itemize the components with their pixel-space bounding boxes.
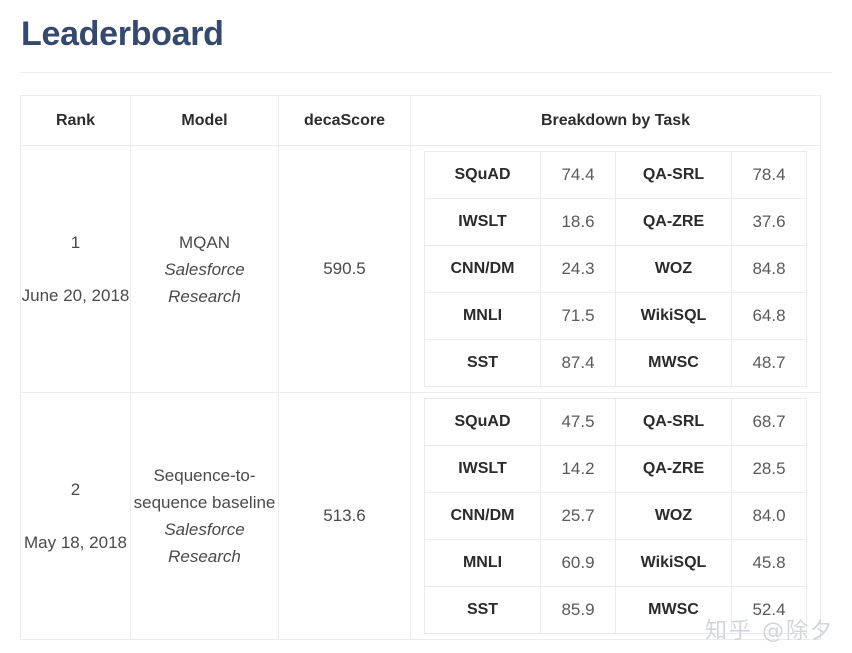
breakdown-task-label: IWSLT	[424, 445, 541, 493]
rank-number: 1	[70, 233, 81, 252]
table-header: Rank Model decaScore Breakdown by Task	[20, 95, 821, 146]
breakdown-task-value: 68.7	[731, 398, 807, 446]
table-row: 2 May 18, 2018 Sequence-to-sequence base…	[20, 392, 821, 640]
submission-date: May 18, 2018	[23, 533, 127, 552]
breakdown-task-label: CNN/DM	[424, 245, 541, 293]
breakdown-task-value: 45.8	[731, 539, 807, 587]
breakdown-task-label: SQuAD	[424, 151, 541, 199]
header-row: Rank Model decaScore Breakdown by Task	[20, 95, 821, 146]
breakdown-task-label: QA-ZRE	[615, 198, 732, 246]
model-name: MQAN	[179, 232, 230, 252]
breakdown-row: SST 85.9 MWSC 52.4	[424, 586, 807, 634]
breakdown-row: SQuAD 74.4 QA-SRL 78.4	[424, 151, 807, 199]
decascore-cell: 590.5	[278, 145, 411, 393]
breakdown-task-value: 28.5	[731, 445, 807, 493]
breakdown-row: SST 87.4 MWSC 48.7	[424, 339, 807, 387]
breakdown-task-value: 37.6	[731, 198, 807, 246]
breakdown-task-label: QA-ZRE	[615, 445, 732, 493]
breakdown-task-label: WikiSQL	[615, 539, 732, 587]
breakdown-row: IWSLT 18.6 QA-ZRE 37.6	[424, 198, 807, 246]
breakdown-row: MNLI 60.9 WikiSQL 45.8	[424, 539, 807, 587]
model-cell: MQAN Salesforce Research	[130, 145, 279, 393]
model-organization: Salesforce Research	[164, 259, 245, 306]
title-divider	[20, 72, 832, 73]
breakdown-task-value: 71.5	[540, 292, 616, 340]
rank-number: 2	[70, 480, 81, 499]
column-header-rank[interactable]: Rank	[20, 95, 131, 146]
breakdown-task-value: 60.9	[540, 539, 616, 587]
breakdown-task-label: IWSLT	[424, 198, 541, 246]
page-title: Leaderboard	[21, 15, 224, 53]
breakdown-task-label: MNLI	[424, 292, 541, 340]
breakdown-row: CNN/DM 24.3 WOZ 84.8	[424, 245, 807, 293]
breakdown-task-label: WOZ	[615, 245, 732, 293]
breakdown-task-label: MNLI	[424, 539, 541, 587]
leaderboard-table: Rank Model decaScore Breakdown by Task 1…	[20, 95, 821, 640]
breakdown-task-value: 18.6	[540, 198, 616, 246]
breakdown-task-value: 85.9	[540, 586, 616, 634]
rank-spacer	[21, 256, 130, 282]
breakdown-task-value: 84.0	[731, 492, 807, 540]
breakdown-cell: SQuAD 74.4 QA-SRL 78.4 IWSLT 18.6 QA-ZRE…	[410, 145, 821, 393]
table-body: 1 June 20, 2018 MQAN Salesforce Research…	[20, 145, 821, 640]
breakdown-row: CNN/DM 25.7 WOZ 84.0	[424, 492, 807, 540]
breakdown-task-value: 74.4	[540, 151, 616, 199]
rank-cell: 1 June 20, 2018	[20, 145, 131, 393]
breakdown-row: IWSLT 14.2 QA-ZRE 28.5	[424, 445, 807, 493]
table-row: 1 June 20, 2018 MQAN Salesforce Research…	[20, 145, 821, 393]
rank-cell: 2 May 18, 2018	[20, 392, 131, 640]
breakdown-task-value: 25.7	[540, 492, 616, 540]
breakdown-task-label: QA-SRL	[615, 151, 732, 199]
breakdown-task-value: 78.4	[731, 151, 807, 199]
breakdown-table: SQuAD 47.5 QA-SRL 68.7 IWSLT 14.2 QA-ZRE…	[424, 398, 807, 634]
breakdown-task-value: 48.7	[731, 339, 807, 387]
breakdown-task-label: SQuAD	[424, 398, 541, 446]
breakdown-row: MNLI 71.5 WikiSQL 64.8	[424, 292, 807, 340]
breakdown-task-label: QA-SRL	[615, 398, 732, 446]
breakdown-task-value: 24.3	[540, 245, 616, 293]
submission-date: June 20, 2018	[21, 286, 130, 305]
breakdown-task-value: 87.4	[540, 339, 616, 387]
breakdown-task-value: 64.8	[731, 292, 807, 340]
leaderboard-page: Leaderboard Rank Model decaScore Breakdo…	[0, 0, 852, 653]
column-header-model[interactable]: Model	[130, 95, 279, 146]
breakdown-task-value: 14.2	[540, 445, 616, 493]
column-header-decascore[interactable]: decaScore	[278, 95, 411, 146]
breakdown-task-value: 52.4	[731, 586, 807, 634]
model-organization: Salesforce Research	[164, 520, 245, 566]
model-name: Sequence-to-sequence baseline	[133, 466, 276, 512]
breakdown-task-label: CNN/DM	[424, 492, 541, 540]
decascore-cell: 513.6	[278, 392, 411, 640]
breakdown-task-label: MWSC	[615, 339, 732, 387]
breakdown-task-label: SST	[424, 586, 541, 634]
breakdown-task-label: WOZ	[615, 492, 732, 540]
breakdown-task-label: WikiSQL	[615, 292, 732, 340]
breakdown-task-value: 84.8	[731, 245, 807, 293]
breakdown-task-label: MWSC	[615, 586, 732, 634]
rank-spacer	[21, 503, 130, 529]
breakdown-row: SQuAD 47.5 QA-SRL 68.7	[424, 398, 807, 446]
column-header-breakdown[interactable]: Breakdown by Task	[410, 95, 821, 146]
breakdown-task-value: 47.5	[540, 398, 616, 446]
model-cell: Sequence-to-sequence baseline Salesforce…	[130, 392, 279, 640]
breakdown-table: SQuAD 74.4 QA-SRL 78.4 IWSLT 18.6 QA-ZRE…	[424, 151, 807, 387]
breakdown-task-label: SST	[424, 339, 541, 387]
breakdown-cell: SQuAD 47.5 QA-SRL 68.7 IWSLT 14.2 QA-ZRE…	[410, 392, 821, 640]
